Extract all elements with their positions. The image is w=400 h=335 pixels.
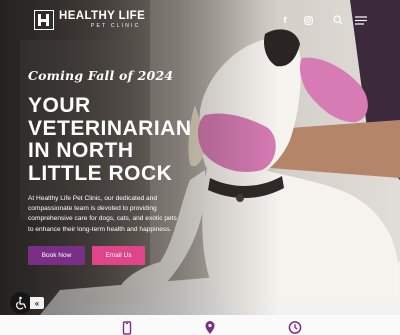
book-now-button[interactable]: Book Now [28, 246, 85, 265]
headline-line-2: VETERINARIAN [28, 116, 192, 140]
instagram-icon[interactable] [301, 13, 315, 27]
hero-section: HEALTHY LIFE PET CLINIC f Coming Fall of… [0, 0, 400, 315]
hero-headline: YOUR VETERINARIAN IN NORTH LITTLE ROCK [28, 94, 228, 185]
facebook-icon[interactable]: f [278, 13, 292, 27]
phone-icon[interactable] [121, 320, 133, 335]
hero-cta-group: Book Now Email Us [28, 246, 145, 265]
top-navigation: HEALTHY LIFE PET CLINIC f [0, 0, 400, 40]
brand-subtitle: PET CLINIC [91, 23, 141, 30]
brand-logo[interactable]: HEALTHY LIFE PET CLINIC [34, 10, 145, 30]
info-bar [0, 315, 400, 335]
accessibility-button[interactable] [10, 292, 32, 314]
accessibility-collapse-toggle[interactable]: « [30, 297, 44, 309]
clock-icon[interactable] [288, 320, 302, 335]
wheelchair-icon [16, 296, 27, 310]
hero-copy: Coming Fall of 2024 YOUR VETERINARIAN IN… [28, 68, 228, 235]
headline-line-1: YOUR [28, 94, 91, 117]
email-us-button[interactable]: Email Us [92, 246, 145, 265]
brand-name: HEALTHY LIFE [59, 9, 146, 22]
hero-description: At Healthy Life Pet Clinic, our dedicate… [28, 195, 177, 233]
search-icon[interactable] [331, 13, 345, 27]
hamburger-menu-icon[interactable] [354, 13, 368, 27]
headline-line-4: LITTLE ROCK [28, 161, 173, 185]
location-pin-icon[interactable] [204, 320, 216, 335]
hero-tagline: Coming Fall of 2024 [28, 68, 174, 83]
header-actions: f [278, 13, 368, 27]
headline-line-3: IN NORTH [28, 139, 134, 162]
logo-mark-icon [34, 10, 54, 30]
